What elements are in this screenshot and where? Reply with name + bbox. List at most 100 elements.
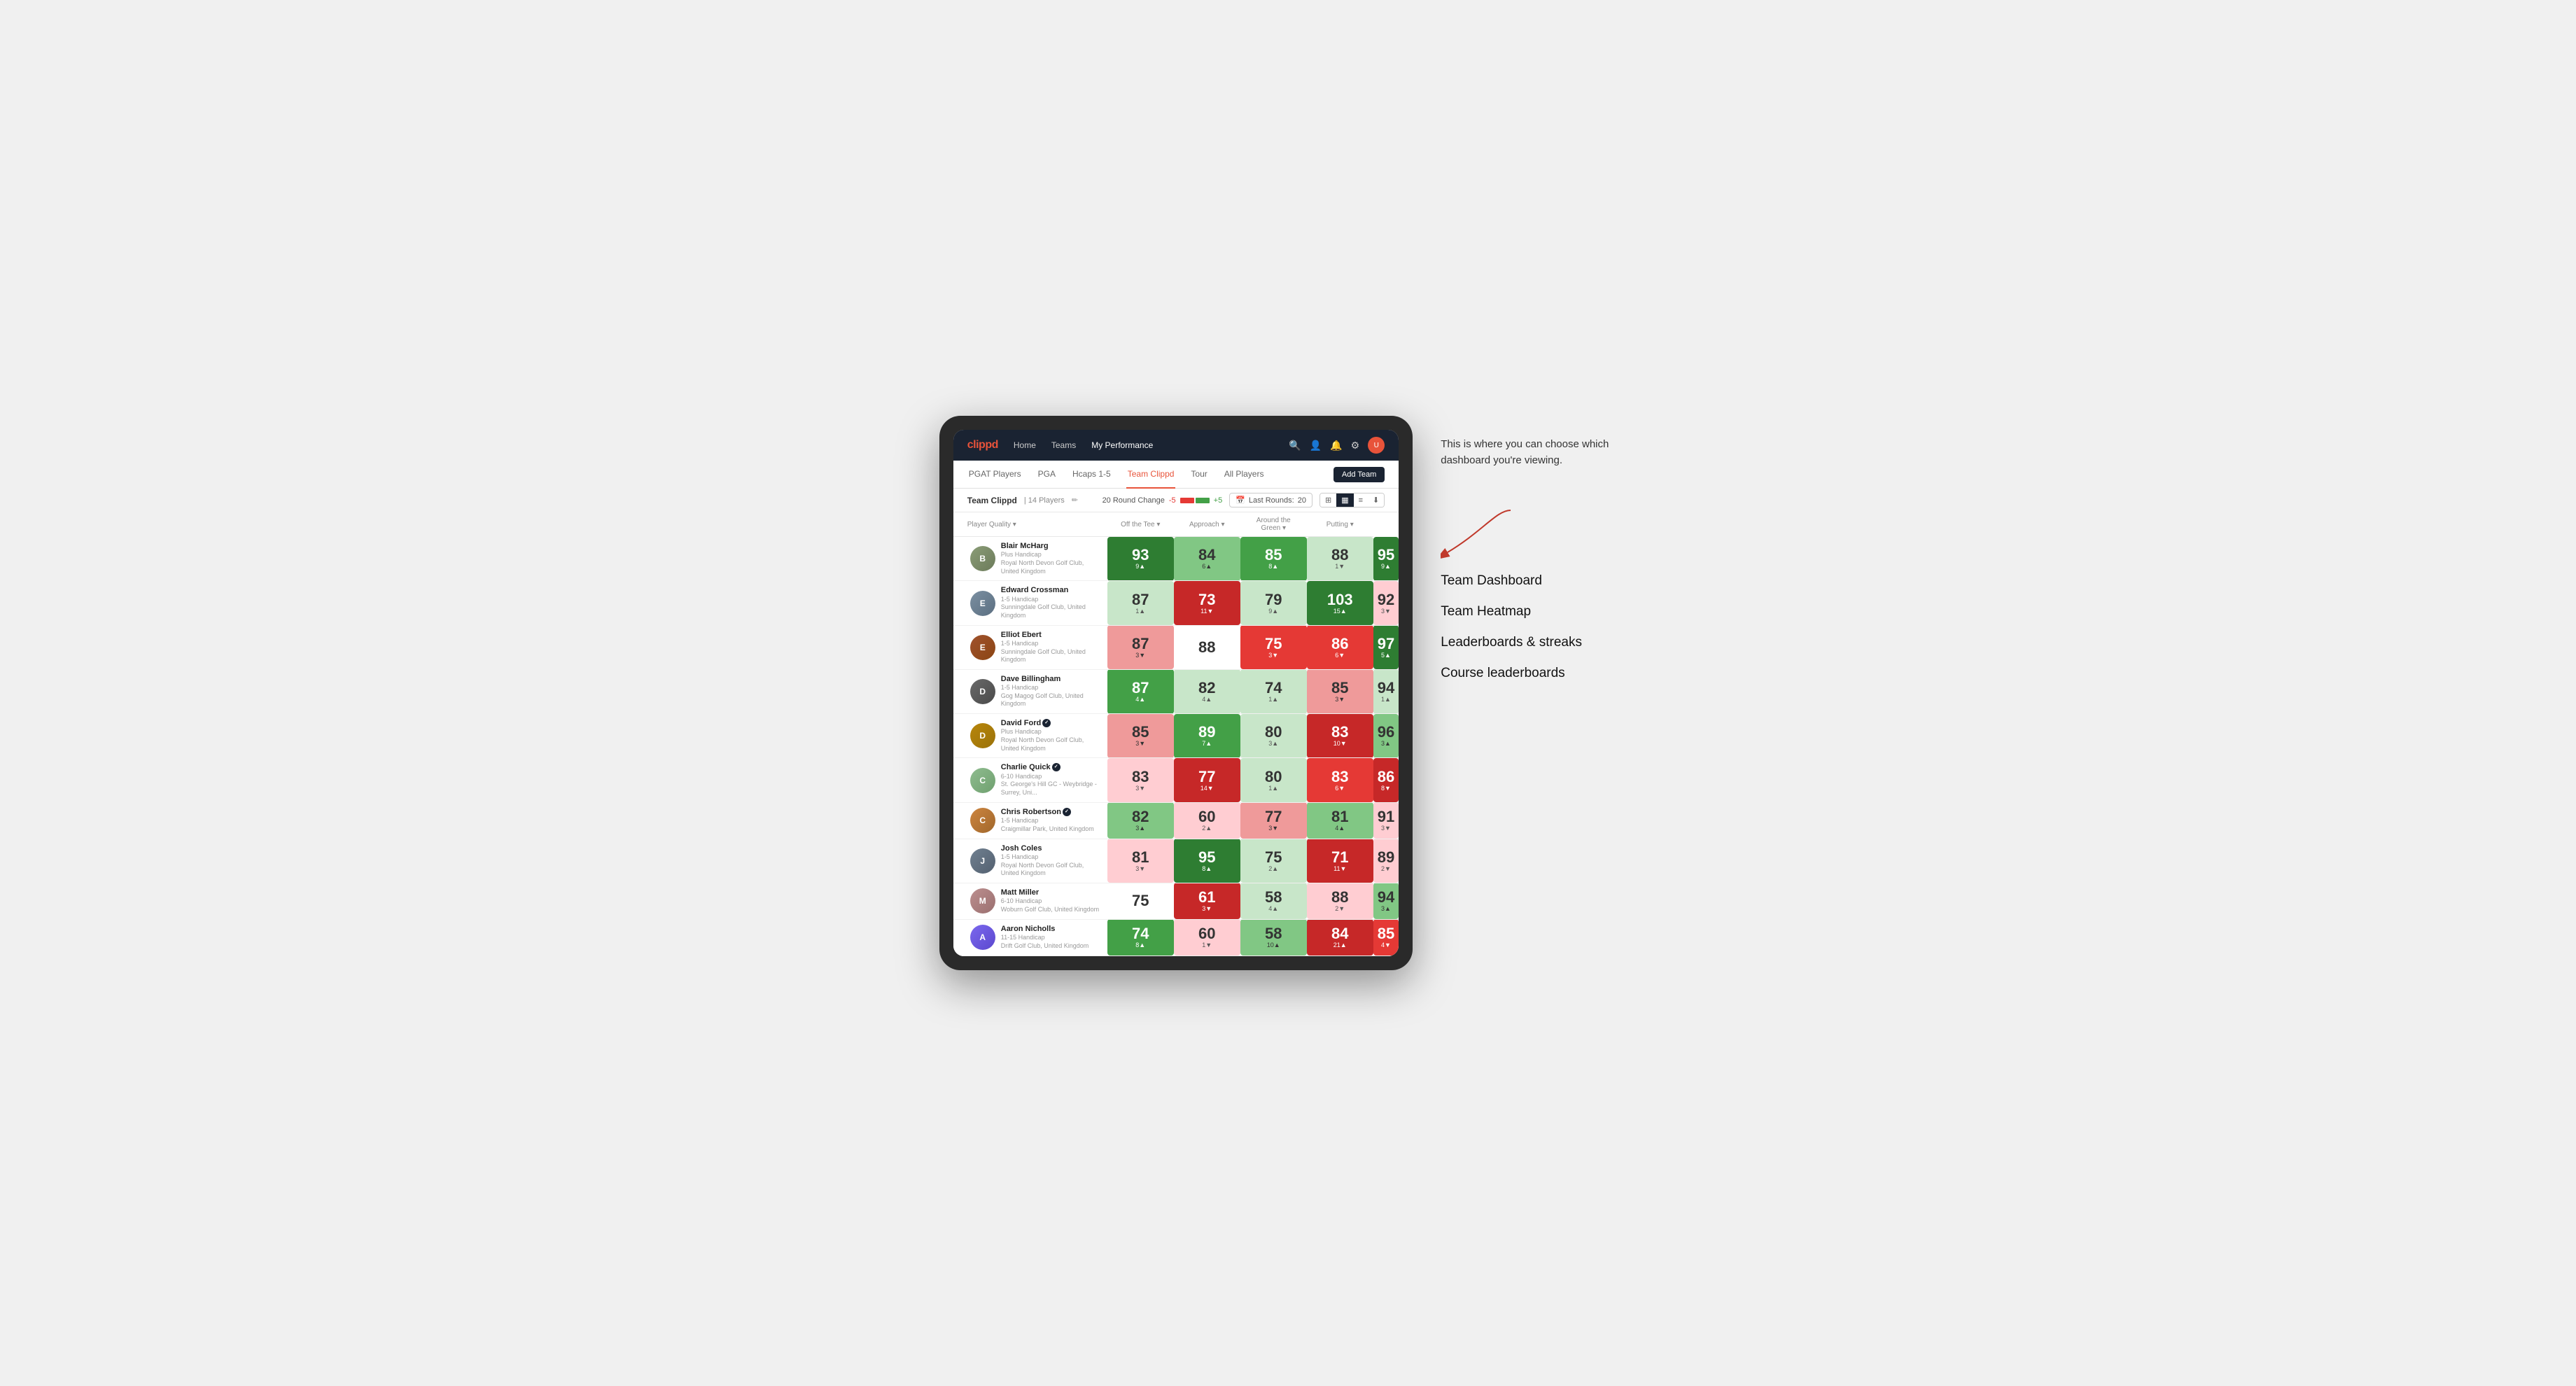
last-rounds-button[interactable]: 📅 Last Rounds: 20 (1229, 493, 1312, 507)
settings-icon[interactable]: ⚙ (1351, 440, 1360, 451)
view-heatmap-button[interactable]: ▦ (1336, 493, 1353, 507)
view-list-button[interactable]: ≡ (1354, 493, 1368, 507)
score-cell-4-3: 96 3▲ (1373, 714, 1399, 758)
score-cell-7-0: 95 8▲ (1174, 839, 1240, 883)
tablet-frame: clippd Home Teams My Performance 🔍 👤 🔔 ⚙… (939, 416, 1413, 970)
bell-icon[interactable]: 🔔 (1330, 440, 1342, 451)
score-cell-1-3: 92 3▼ (1373, 581, 1399, 625)
player-cell-4[interactable]: D David Ford✓ Plus Handicap Royal North … (953, 714, 1107, 758)
score-cell-9-0: 60 1▼ (1174, 919, 1240, 955)
heatmap-green (1196, 498, 1210, 503)
main-content: Player Quality ▾ Off the Tee ▾ Approach … (953, 512, 1399, 956)
player-cell-0[interactable]: B Blair McHarg Plus Handicap Royal North… (953, 537, 1107, 581)
nav-teams[interactable]: Teams (1050, 440, 1077, 450)
score-cell-3-0: 82 4▲ (1174, 669, 1240, 713)
table-row: D Dave Billingham 1-5 Handicap Gog Magog… (953, 669, 1399, 713)
verified-badge: ✓ (1042, 719, 1051, 727)
player-info: Edward Crossman 1-5 Handicap Sunningdale… (1001, 586, 1102, 620)
player-club: Drift Golf Club, United Kingdom (1001, 942, 1089, 951)
player-info: Matt Miller 6-10 Handicap Woburn Golf Cl… (1001, 888, 1099, 914)
score-quality-6: 82 3▲ (1107, 802, 1174, 839)
team-name: Team Clippd (967, 496, 1017, 505)
player-cell-1[interactable]: E Edward Crossman 1-5 Handicap Sunningda… (953, 581, 1107, 625)
player-cell-8[interactable]: M Matt Miller 6-10 Handicap Woburn Golf … (953, 883, 1107, 919)
tab-pgat-players[interactable]: PGAT Players (967, 461, 1023, 489)
score-cell-8-2: 88 2▼ (1307, 883, 1373, 919)
calendar-icon: 📅 (1236, 496, 1245, 505)
tab-hcaps[interactable]: Hcaps 1-5 (1071, 461, 1112, 489)
col-approach[interactable]: Approach ▾ (1174, 512, 1240, 537)
table-row: C Chris Robertson✓ 1-5 Handicap Craigmil… (953, 802, 1399, 839)
player-avatar: J (970, 848, 995, 874)
player-name: Matt Miller (1001, 888, 1099, 897)
right-annotation: This is where you can choose which dashb… (1441, 416, 1637, 696)
player-info: Elliot Ebert 1-5 Handicap Sunningdale Go… (1001, 631, 1102, 664)
table-row: C Charlie Quick✓ 6-10 Handicap St. Georg… (953, 758, 1399, 802)
player-handicap: Plus Handicap (1001, 728, 1102, 736)
table-row: E Elliot Ebert 1-5 Handicap Sunningdale … (953, 625, 1399, 669)
player-handicap: 1-5 Handicap (1001, 640, 1102, 648)
player-cell-7[interactable]: J Josh Coles 1-5 Handicap Royal North De… (953, 839, 1107, 883)
score-cell-1-0: 73 11▼ (1174, 581, 1240, 625)
edit-icon[interactable]: ✏ (1072, 496, 1078, 505)
tab-tour[interactable]: Tour (1189, 461, 1208, 489)
score-quality-0: 93 9▲ (1107, 537, 1174, 581)
player-name: Charlie Quick✓ (1001, 763, 1102, 772)
score-cell-1-1: 79 9▲ (1240, 581, 1307, 625)
tab-all-players[interactable]: All Players (1223, 461, 1266, 489)
player-name: Elliot Ebert (1001, 631, 1102, 640)
annotation-menu: Team Dashboard Team Heatmap Leaderboards… (1441, 573, 1637, 681)
score-cell-6-0: 60 2▲ (1174, 802, 1240, 839)
score-cell-4-1: 80 3▲ (1240, 714, 1307, 758)
score-quality-5: 83 3▼ (1107, 758, 1174, 802)
score-cell-6-3: 91 3▼ (1373, 802, 1399, 839)
player-handicap: 1-5 Handicap (1001, 817, 1094, 825)
user-avatar[interactable]: U (1368, 437, 1385, 454)
player-avatar: C (970, 808, 995, 833)
score-cell-3-1: 74 1▲ (1240, 669, 1307, 713)
player-avatar: B (970, 546, 995, 571)
view-grid-button[interactable]: ⊞ (1320, 493, 1336, 507)
add-team-button[interactable]: Add Team (1334, 467, 1385, 482)
nav-my-performance[interactable]: My Performance (1090, 440, 1154, 450)
score-cell-4-0: 89 7▲ (1174, 714, 1240, 758)
player-club: Craigmillar Park, United Kingdom (1001, 825, 1094, 834)
player-cell-6[interactable]: C Chris Robertson✓ 1-5 Handicap Craigmil… (953, 802, 1107, 839)
player-club: Sunningdale Golf Club, United Kingdom (1001, 648, 1102, 664)
score-cell-9-1: 58 10▲ (1240, 919, 1307, 955)
score-quality-3: 87 4▲ (1107, 669, 1174, 713)
col-player[interactable]: Player Quality ▾ (953, 512, 1107, 537)
tab-pga[interactable]: PGA (1037, 461, 1057, 489)
score-quality-4: 85 3▼ (1107, 714, 1174, 758)
view-more-button[interactable]: ⬇ (1368, 493, 1384, 507)
score-cell-8-0: 61 3▼ (1174, 883, 1240, 919)
menu-team-heatmap: Team Heatmap (1441, 604, 1637, 620)
score-cell-7-2: 71 11▼ (1307, 839, 1373, 883)
sub-nav: PGAT Players PGA Hcaps 1-5 Team Clippd T… (953, 461, 1399, 489)
player-avatar: D (970, 723, 995, 748)
player-cell-5[interactable]: C Charlie Quick✓ 6-10 Handicap St. Georg… (953, 758, 1107, 802)
score-cell-5-3: 86 8▼ (1373, 758, 1399, 802)
player-info: Charlie Quick✓ 6-10 Handicap St. George'… (1001, 763, 1102, 797)
player-name: Josh Coles (1001, 844, 1102, 853)
profile-icon[interactable]: 👤 (1310, 440, 1322, 451)
col-off-tee[interactable]: Off the Tee ▾ (1107, 512, 1174, 537)
tab-team-clippd[interactable]: Team Clippd (1126, 461, 1176, 489)
score-cell-6-2: 81 4▲ (1307, 802, 1373, 839)
player-cell-3[interactable]: D Dave Billingham 1-5 Handicap Gog Magog… (953, 669, 1107, 713)
player-info: Blair McHarg Plus Handicap Royal North D… (1001, 542, 1102, 575)
player-cell-9[interactable]: A Aaron Nicholls 11-15 Handicap Drift Go… (953, 919, 1107, 955)
player-info: David Ford✓ Plus Handicap Royal North De… (1001, 719, 1102, 752)
nav-home[interactable]: Home (1012, 440, 1037, 450)
col-around-green[interactable]: Around the Green ▾ (1240, 512, 1307, 537)
player-cell-2[interactable]: E Elliot Ebert 1-5 Handicap Sunningdale … (953, 625, 1107, 669)
score-cell-0-2: 88 1▼ (1307, 537, 1373, 581)
menu-team-dashboard: Team Dashboard (1441, 573, 1637, 589)
score-cell-5-0: 77 14▼ (1174, 758, 1240, 802)
search-icon[interactable]: 🔍 (1289, 440, 1301, 451)
score-quality-2: 87 3▼ (1107, 625, 1174, 669)
player-handicap: 1-5 Handicap (1001, 684, 1102, 692)
score-cell-7-3: 89 2▼ (1373, 839, 1399, 883)
player-avatar: E (970, 591, 995, 616)
col-putting[interactable]: Putting ▾ (1307, 512, 1373, 537)
